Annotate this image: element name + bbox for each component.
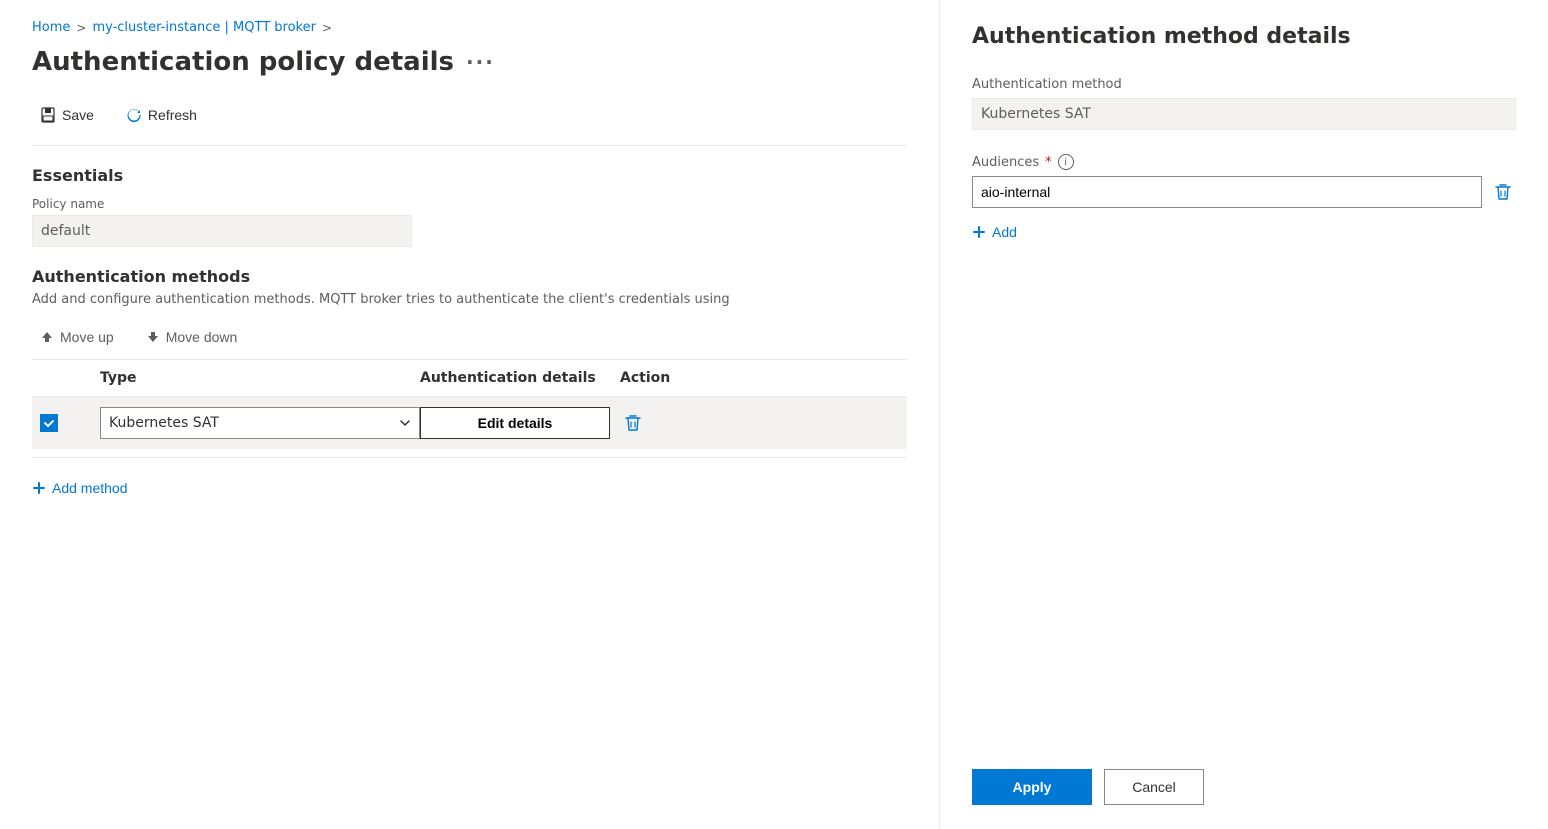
add-audience-button[interactable]: Add [972,220,1516,244]
right-panel: Authentication method details Authentica… [940,0,1548,829]
trash-icon [624,414,642,432]
row-checkbox[interactable] [40,414,58,432]
row-edit-cell: Edit details [420,407,620,439]
left-panel: Home > my-cluster-instance | MQTT broker… [0,0,940,829]
add-audience-plus-icon [972,225,986,239]
table-row: Kubernetes SAT Edit details [32,397,907,449]
move-up-icon [40,330,54,344]
audiences-label-text: Audiences [972,155,1039,170]
cancel-button[interactable]: Cancel [1104,769,1204,805]
audience-input[interactable] [972,176,1482,208]
row-delete-button[interactable] [620,410,646,436]
move-down-label: Move down [166,329,238,345]
chevron-down-icon [399,417,411,429]
breadcrumb: Home > my-cluster-instance | MQTT broker… [32,20,907,35]
auth-method-value: Kubernetes SAT [972,98,1516,130]
move-down-icon [146,330,160,344]
right-panel-title: Authentication method details [972,24,1516,49]
plus-icon [32,481,46,495]
policy-name-label: Policy name [32,197,907,211]
auth-method-label: Authentication method [972,77,1516,92]
check-icon [43,417,55,429]
type-select[interactable]: Kubernetes SAT [100,407,420,439]
auth-methods-title: Authentication methods [32,267,907,286]
type-select-value: Kubernetes SAT [109,415,219,431]
audience-delete-button[interactable] [1490,179,1516,205]
audience-trash-icon [1494,183,1512,201]
row-checkbox-cell [40,414,100,432]
col-header-action: Action [620,370,740,386]
toolbar: Save Refresh [32,101,907,129]
page-title: Authentication policy details ··· [32,47,907,77]
audiences-info-icon[interactable]: i [1058,154,1074,170]
auth-methods-section: Authentication methods Add and configure… [32,267,907,502]
refresh-icon [126,107,142,123]
audiences-required: * [1045,155,1052,170]
page-title-text: Authentication policy details [32,47,454,77]
breadcrumb-sep1: > [76,21,86,35]
audience-row [972,176,1516,208]
col-header-auth-details: Authentication details [420,370,620,386]
policy-name-value: default [32,215,412,247]
save-icon [40,107,56,123]
refresh-button[interactable]: Refresh [118,101,205,129]
col-header-checkbox [40,370,100,386]
add-method-label: Add method [52,480,128,496]
table-header: Type Authentication details Action [32,360,907,397]
refresh-label: Refresh [148,107,197,123]
move-up-button[interactable]: Move up [32,323,122,351]
audiences-label-row: Audiences * i [972,154,1516,170]
save-button[interactable]: Save [32,101,102,129]
right-footer: Apply Cancel [972,769,1516,805]
breadcrumb-home[interactable]: Home [32,20,70,35]
toolbar-divider [32,145,907,146]
row-action-cell [620,410,740,436]
save-label: Save [62,107,94,123]
apply-button[interactable]: Apply [972,769,1092,805]
col-header-type: Type [100,370,420,386]
move-toolbar: Move up Move down [32,323,907,351]
edit-details-button[interactable]: Edit details [420,407,610,439]
add-method-button[interactable]: Add method [32,474,128,502]
essentials-title: Essentials [32,166,907,185]
row-type-cell: Kubernetes SAT [100,407,420,439]
table-bottom-divider [32,457,907,458]
move-down-button[interactable]: Move down [138,323,246,351]
add-audience-label: Add [992,224,1017,240]
auth-methods-desc: Add and configure authentication methods… [32,292,892,307]
breadcrumb-cluster[interactable]: my-cluster-instance | MQTT broker [92,20,316,35]
move-up-label: Move up [60,329,114,345]
essentials-section: Essentials Policy name default [32,166,907,247]
breadcrumb-sep2: > [322,21,332,35]
page-menu-button[interactable]: ··· [466,50,495,74]
